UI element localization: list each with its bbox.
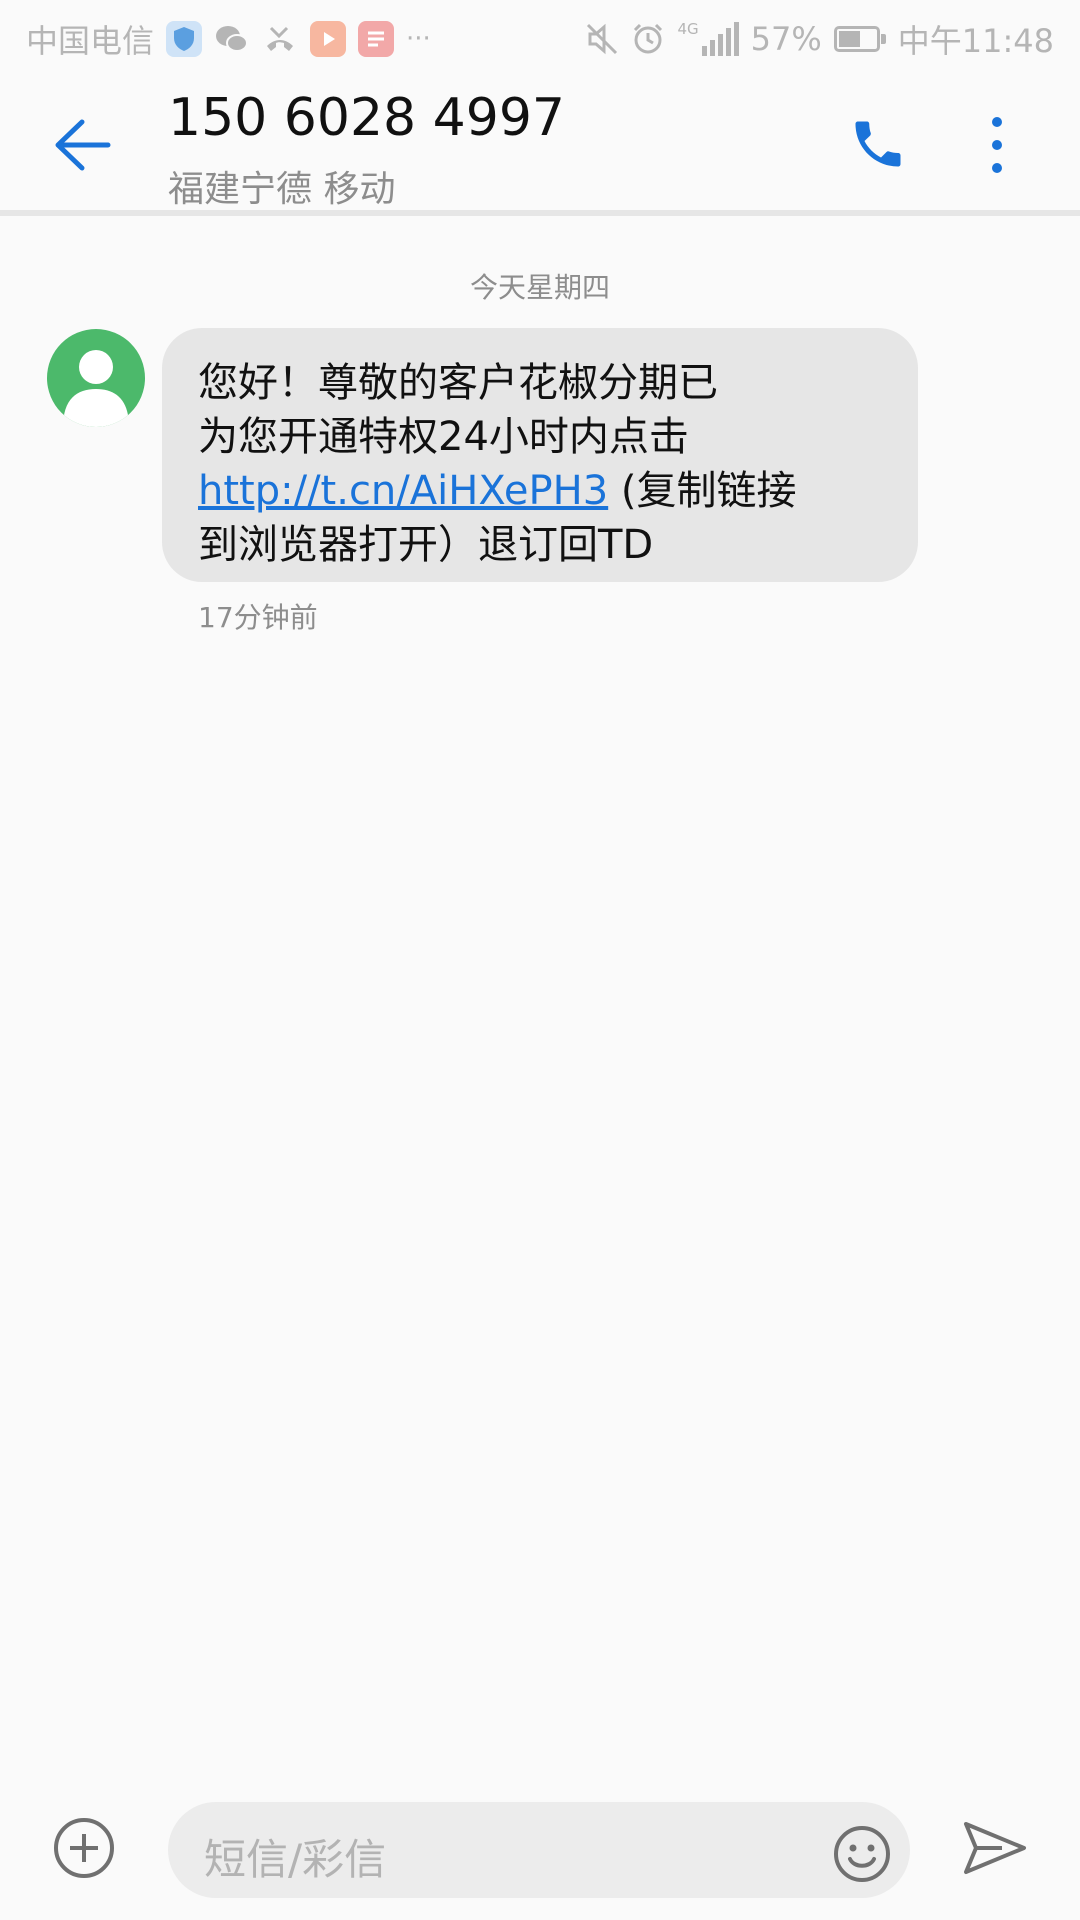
avatar[interactable] (47, 329, 145, 427)
video-app-icon (310, 21, 347, 57)
composer-bar: 短信/彩信 (0, 1780, 1080, 1920)
status-bar: 中国电信 ··· 4G 57% 中午11:48 (0, 0, 1080, 74)
message-line: 到浏览器打开）退订回TD (198, 522, 654, 568)
add-circle-icon (54, 1818, 114, 1878)
message-input[interactable]: 短信/彩信 (168, 1802, 910, 1898)
call-button[interactable] (848, 114, 908, 174)
battery-icon (833, 26, 886, 52)
more-notifications: ··· (406, 24, 431, 54)
carrier-label: 中国电信 (26, 22, 155, 60)
message-bubble[interactable]: 您好！尊敬的客户花椒分期已 为您开通特权24小时内点击 http://t.cn/… (162, 328, 918, 582)
phone-icon (855, 121, 901, 167)
person-icon (63, 350, 129, 427)
battery-percent: 57% (750, 20, 822, 58)
missed-call-icon (262, 21, 298, 57)
input-placeholder: 短信/彩信 (204, 1835, 387, 1884)
message-link[interactable]: http://t.cn/AiHXePH3 (198, 468, 608, 514)
signal-icon: 4G (677, 20, 739, 56)
emoji-button[interactable] (832, 1824, 892, 1884)
contact-location: 福建宁德 移动 (168, 169, 396, 210)
send-icon (964, 1822, 1026, 1874)
mute-icon (585, 22, 619, 56)
message-text: (复制链接 (620, 468, 797, 514)
news-app-icon (358, 21, 395, 57)
date-separator: 今天星期四 (469, 271, 610, 304)
smiley-icon (834, 1826, 890, 1882)
conversation-header: 150 6028 4997 福建宁德 移动 (0, 74, 1080, 210)
message-line: 您好！尊敬的客户花椒分期已 (198, 360, 718, 406)
back-button[interactable] (48, 110, 118, 180)
message-line: 为您开通特权24小时内点击 (198, 414, 689, 460)
alarm-icon (631, 22, 665, 56)
message-line: http://t.cn/AiHXePH3 (复制链接 (198, 464, 888, 518)
contact-number: 150 6028 4997 (168, 88, 565, 148)
back-arrow-icon (55, 119, 111, 171)
header-divider (0, 210, 1080, 216)
wechat-icon (214, 21, 250, 57)
sms-conversation-screen: 中国电信 ··· 4G 57% 中午11:48 150 6028 4997 福建… (0, 0, 1080, 1920)
send-button[interactable] (962, 1820, 1028, 1876)
network-type-label: 4G (677, 20, 699, 38)
shield-icon (166, 21, 203, 57)
clock: 中午11:48 (897, 22, 1054, 60)
message-timestamp: 17分钟前 (198, 601, 318, 634)
attach-button[interactable] (52, 1816, 116, 1880)
more-options-button[interactable] (980, 110, 1014, 180)
more-vertical-icon (992, 117, 1002, 173)
